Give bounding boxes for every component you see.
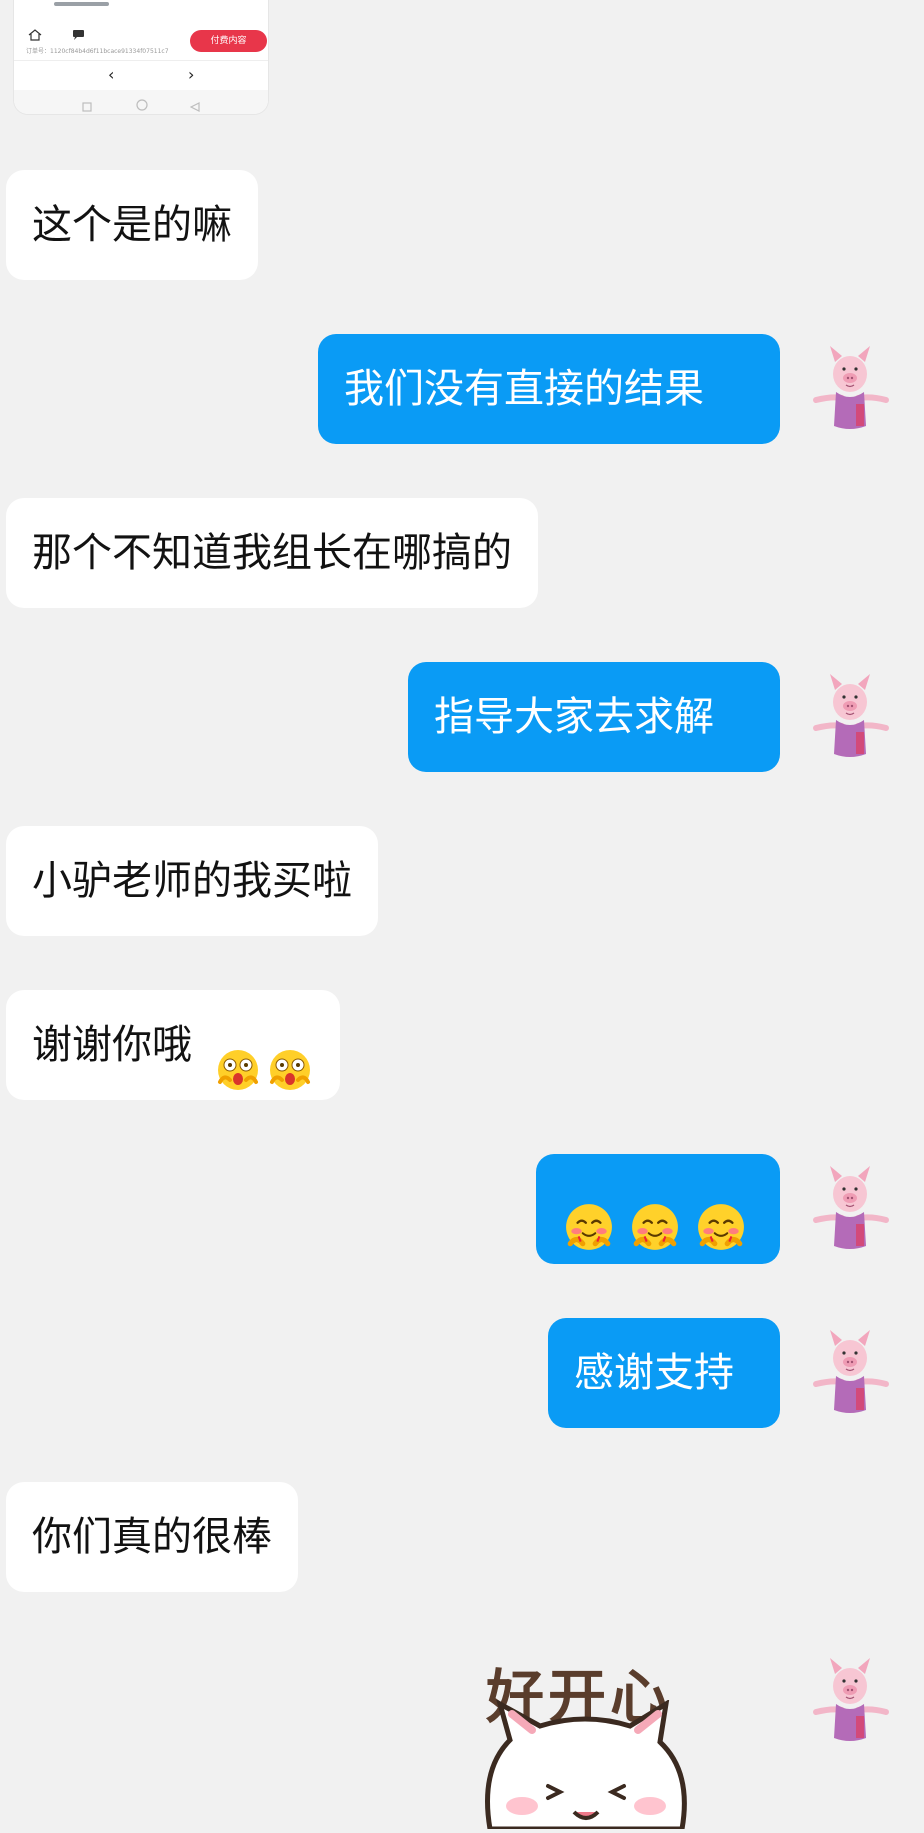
next-arrow[interactable]: › [188,61,194,89]
thumbnail-nav-row: ‹ › [14,60,268,89]
triangle-back-icon [189,97,200,114]
home-icon [28,26,42,45]
order-number: 订单号：1120cf84b4d6f11bcace91334f07511c7 [26,48,169,55]
piglet-avatar-icon[interactable] [802,338,898,434]
message-bubble-incoming[interactable]: 谢谢你哦 [6,990,340,1100]
shy-smile-emoji-icon [630,1184,680,1294]
piglet-avatar-icon[interactable] [802,1322,898,1418]
message-bubble-incoming[interactable]: 那个不知道我组长在哪搞的 [6,498,538,608]
square-nav-icon [82,97,92,114]
shy-smile-emoji-icon [564,1184,614,1294]
message-bubble-incoming[interactable]: 小驴老师的我买啦 [6,826,378,936]
message-bubble-outgoing[interactable]: 指导大家去求解 [408,662,780,772]
shocked-emoji-icon [216,1024,260,1134]
piglet-avatar-icon[interactable] [802,666,898,762]
chat-icon [72,26,85,45]
shocked-emoji-icon [268,1024,312,1134]
circle-nav-icon [136,96,148,114]
message-bubble-incoming[interactable]: 你们真的很棒 [6,1482,298,1592]
piglet-avatar-icon[interactable] [802,1158,898,1254]
message-bubble-incoming[interactable]: 这个是的嘛 [6,170,258,280]
quoted-screenshot[interactable]: 订单号：1120cf84b4d6f11bcace91334f07511c7 付费… [14,0,268,114]
thumbnail-title-line [54,2,109,6]
shy-smile-emoji-icon [696,1184,746,1294]
piglet-avatar-icon[interactable] [802,1650,898,1746]
pay-content-button[interactable]: 付费内容 [190,30,267,52]
cat-sticker[interactable] [470,1698,700,1833]
message-bubble-outgoing[interactable]: 感谢支持 [548,1318,780,1428]
message-bubble-outgoing[interactable] [536,1154,780,1264]
system-nav-bar [14,90,268,114]
prev-arrow[interactable]: ‹ [108,61,114,89]
message-bubble-outgoing[interactable]: 我们没有直接的结果 [318,334,780,444]
message-text: 谢谢你哦 [32,1022,192,1068]
